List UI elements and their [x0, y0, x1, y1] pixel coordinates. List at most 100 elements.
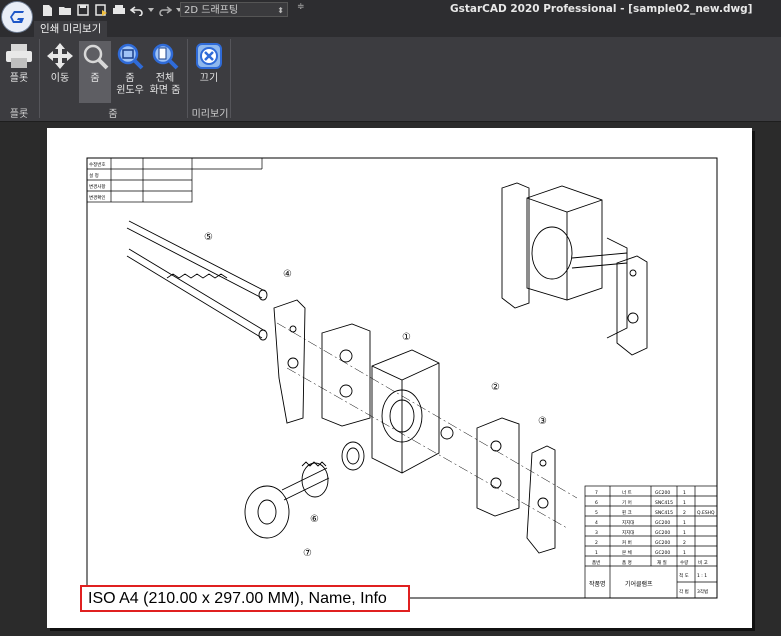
zoom-window-label-2: 윈도우: [116, 85, 144, 96]
svg-text:2: 2: [595, 540, 598, 546]
svg-text:5: 5: [595, 510, 598, 516]
svg-text:척 도: 척 도: [679, 572, 689, 579]
quick-access-toolbar: [40, 1, 182, 19]
workspace-select-value: 2D 드래프팅: [184, 5, 239, 16]
redo-icon[interactable]: [158, 3, 172, 17]
svg-text:품 명: 품 명: [622, 559, 632, 566]
paper-sheet: 수정번호 설 정 변경사항 변경확인 ① ② ③ ④ ⑤ ⑥ ⑦ 7 너 트 G…: [47, 128, 752, 628]
svg-text:6: 6: [595, 500, 598, 506]
balloon-4: ④: [283, 269, 292, 280]
svg-text:본 체: 본 체: [622, 549, 632, 556]
zoom-window-icon: [115, 41, 145, 71]
svg-text:3: 3: [595, 530, 598, 536]
group-label-zoom: 줌: [108, 109, 118, 120]
ribbon-tab-bar: 인쇄 미리보기: [0, 20, 781, 37]
svg-text:비 고: 비 고: [698, 559, 708, 566]
plot-button-label: 플롯: [9, 73, 29, 84]
svg-text:2: 2: [683, 540, 686, 546]
balloon-2: ②: [491, 382, 500, 393]
svg-text:1: 1: [683, 530, 686, 536]
title-bar: 2D 드래프팅 ⬍ ≑ GstarCAD 2020 Professional - …: [0, 0, 781, 20]
open-folder-icon[interactable]: [58, 3, 72, 17]
svg-text:4: 4: [595, 520, 598, 526]
tab-print-preview[interactable]: 인쇄 미리보기: [34, 21, 108, 37]
svg-text:7: 7: [595, 490, 598, 496]
balloon-7: ⑦: [303, 548, 312, 559]
magnifier-icon: [80, 41, 110, 71]
project-name: 기어클램프: [625, 580, 653, 588]
revision-row-label: 설 정: [89, 172, 99, 179]
svg-text:1 : 1: 1 : 1: [697, 573, 707, 579]
app-logo-icon[interactable]: [2, 2, 32, 32]
svg-text:핀 크: 핀 크: [622, 509, 632, 516]
pan-button[interactable]: 이동: [43, 41, 77, 103]
svg-text:GC200: GC200: [655, 490, 670, 496]
undo-icon[interactable]: [130, 3, 144, 17]
svg-text:GC200: GC200: [655, 520, 670, 526]
svg-text:1: 1: [595, 550, 598, 556]
zoom-extents-icon: [150, 41, 180, 71]
zoom-extents-button[interactable]: 전체 화면 줌: [147, 41, 183, 103]
revision-row-label: 수정번호: [89, 161, 106, 168]
close-preview-icon: [194, 41, 224, 71]
svg-text:지지대: 지지대: [622, 529, 634, 536]
svg-text:1: 1: [683, 550, 686, 556]
svg-text:수량: 수량: [680, 559, 688, 566]
drawing-sheet: 수정번호 설 정 변경사항 변경확인 ① ② ③ ④ ⑤ ⑥ ⑦ 7 너 트 G…: [86, 157, 718, 599]
svg-text:지지대: 지지대: [622, 519, 634, 526]
plot-button[interactable]: 플롯: [3, 41, 35, 103]
close-preview-button[interactable]: 끄기: [192, 41, 226, 103]
pan-arrows-icon: [45, 41, 75, 71]
svg-text:SNC415: SNC415: [655, 500, 673, 506]
zoom-extents-label-1: 전체: [155, 73, 175, 84]
revision-block: [86, 157, 263, 203]
chevron-down-icon: ⬍: [277, 6, 284, 15]
balloon-3: ③: [538, 416, 547, 427]
window-title: GstarCAD 2020 Professional - [sample02_n…: [450, 3, 753, 15]
svg-text:SNC415: SNC415: [655, 510, 673, 516]
svg-text:GC200: GC200: [655, 540, 670, 546]
svg-text:너 트: 너 트: [622, 489, 632, 496]
svg-text:커 버: 커 버: [622, 539, 632, 546]
workspace-select[interactable]: 2D 드래프팅 ⬍: [180, 2, 288, 17]
save-as-icon[interactable]: [94, 3, 108, 17]
balloon-5: ⑤: [204, 232, 213, 243]
zoom-button[interactable]: 줌: [79, 41, 111, 103]
ribbon-separator: [187, 39, 188, 118]
svg-text:Q.ESHQ: Q.ESHQ: [697, 510, 715, 516]
revision-row-label: 변경확인: [89, 194, 106, 201]
new-file-icon[interactable]: [40, 3, 54, 17]
svg-text:품번: 품번: [592, 559, 600, 566]
revision-labels: 수정번호 설 정 변경사항 변경확인: [89, 161, 106, 201]
svg-text:GC200: GC200: [655, 550, 670, 556]
svg-text:재 질: 재 질: [657, 559, 667, 566]
group-label-plot: 플롯: [9, 109, 29, 120]
zoom-window-button[interactable]: 줌 윈도우: [113, 41, 147, 103]
revision-row-label: 변경사항: [89, 183, 106, 190]
svg-text:1: 1: [683, 490, 686, 496]
zoom-window-label-1: 줌: [125, 73, 135, 84]
svg-text:3각법: 3각법: [697, 588, 708, 595]
balloon-1: ①: [402, 332, 411, 343]
balloon-6: ⑥: [310, 514, 319, 525]
undo-dropdown-icon[interactable]: [148, 3, 154, 17]
parts-list-rows: 7 너 트 GC200 1 6 기 어 SNC415 1 5 핀 크 SNC415 2 Q.ESHQ…: [589, 489, 715, 595]
group-label-preview: 미리보기: [191, 109, 229, 120]
zoom-extents-label-2: 화면 줌: [149, 85, 181, 96]
save-icon[interactable]: [76, 3, 90, 17]
svg-text:1: 1: [683, 500, 686, 506]
svg-text:1: 1: [683, 520, 686, 526]
paper-size-label: ISO A4 (210.00 x 297.00 MM), Name, Info: [80, 585, 410, 612]
svg-text:GC200: GC200: [655, 530, 670, 536]
pan-button-label: 이동: [50, 73, 70, 84]
zoom-button-label: 줌: [90, 73, 100, 84]
ribbon-separator: [39, 39, 40, 118]
svg-text:2: 2: [683, 510, 686, 516]
customize-toolbar-icon[interactable]: ≑: [297, 2, 305, 12]
print-icon[interactable]: [112, 3, 126, 17]
part-balloons: ① ② ③ ④ ⑤ ⑥ ⑦: [204, 232, 547, 559]
ribbon-separator: [230, 39, 231, 118]
ribbon: 플롯 플롯 이동 줌 줌 윈도우 전체 화면 줌 줌 끄기 미리보기: [0, 37, 781, 122]
svg-text:기 어: 기 어: [622, 499, 632, 506]
svg-text:각 법: 각 법: [679, 588, 689, 595]
